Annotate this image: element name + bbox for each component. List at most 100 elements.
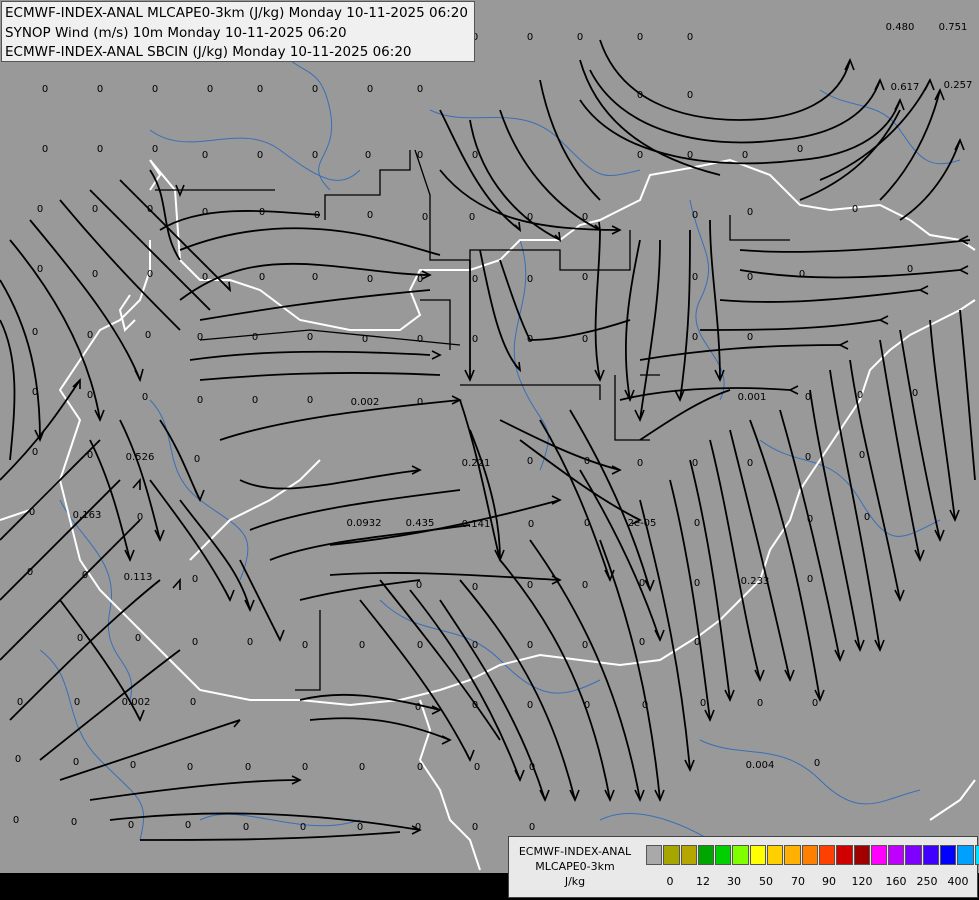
value-label: 0	[757, 698, 763, 709]
value-label: 0	[805, 392, 811, 403]
value-label: 0	[912, 388, 918, 399]
value-label: 0.435	[406, 518, 435, 529]
value-label: 0	[307, 395, 313, 406]
value-label: 0	[87, 450, 93, 461]
value-label: 0	[312, 272, 318, 283]
value-label: 0	[314, 210, 320, 221]
value-label: 0	[307, 332, 313, 343]
value-label: 2e-05	[628, 518, 657, 529]
value-label: 0	[29, 507, 35, 518]
value-label: 0	[527, 700, 533, 711]
value-label: 0.221	[462, 458, 491, 469]
value-label: 0	[814, 758, 820, 769]
value-label: 0	[32, 387, 38, 398]
value-label: 0.141	[462, 519, 491, 530]
value-label: 0	[97, 144, 103, 155]
value-label: 0.257	[944, 80, 973, 91]
value-label: 0	[259, 272, 265, 283]
legend-swatch	[853, 845, 870, 865]
value-label: 0	[145, 330, 151, 341]
value-label: 0	[367, 210, 373, 221]
value-label: 0	[472, 640, 478, 651]
value-label: 0	[422, 212, 428, 223]
value-label: 0	[367, 84, 373, 95]
value-label: 0	[73, 757, 79, 768]
value-label: 0	[32, 327, 38, 338]
value-label: 0	[87, 330, 93, 341]
value-label: 0	[577, 32, 583, 43]
map-background	[0, 0, 979, 873]
value-label: 0.163	[73, 510, 102, 521]
value-label: 0	[637, 150, 643, 161]
value-label: 0	[747, 207, 753, 218]
value-label: 0	[365, 150, 371, 161]
value-label: 0	[17, 697, 23, 708]
legend-swatch	[646, 845, 663, 865]
legend-title-line-1: ECMWF-INDEX-ANAL	[518, 845, 632, 858]
value-label: 0	[187, 762, 193, 773]
value-label: 0	[637, 32, 643, 43]
value-label: 0	[692, 458, 698, 469]
legend-swatch	[940, 845, 957, 865]
value-label: 0	[859, 450, 865, 461]
value-label: 0	[747, 332, 753, 343]
legend-tick-labels: 0 12 30 50 70 90 120 160 250 400	[646, 875, 976, 889]
value-label: 0	[807, 514, 813, 525]
value-label: 0	[582, 334, 588, 345]
value-label: 0	[257, 84, 263, 95]
value-label: 0	[472, 582, 478, 593]
value-label: 0	[137, 512, 143, 523]
legend-tick-label: 120	[851, 875, 873, 888]
value-label: 0	[527, 334, 533, 345]
title-box: ECMWF-INDEX-ANAL MLCAPE0-3km (J/kg) Mond…	[1, 1, 475, 62]
legend-swatch	[784, 845, 801, 865]
value-label: 0.0932	[347, 518, 382, 529]
value-label: 0	[312, 84, 318, 95]
value-label: 0.751	[939, 22, 968, 33]
value-label: 0	[152, 144, 158, 155]
value-label: 0	[417, 274, 423, 285]
value-label: 0	[528, 519, 534, 530]
value-label: 0	[197, 395, 203, 406]
value-label: 0	[582, 640, 588, 651]
value-label: 0	[300, 822, 306, 833]
weather-map: 0 0 0 0 0 0 0 0 0 0 0 0 0.480 0.751 0 0 0 0 0 0 0 0 0 0 0.617 0.2…	[0, 0, 979, 900]
value-label: 0	[692, 210, 698, 221]
value-label: 0	[584, 456, 590, 467]
value-label: 0	[77, 633, 83, 644]
value-label: 0	[367, 274, 373, 285]
value-label: 0	[472, 822, 478, 833]
value-label: 0	[529, 822, 535, 833]
value-label: 0	[417, 762, 423, 773]
value-label: 0	[417, 334, 423, 345]
value-label: 0	[582, 580, 588, 591]
legend-tick-label: 250	[916, 875, 938, 888]
value-label: 0	[639, 578, 645, 589]
value-label: 0	[207, 84, 213, 95]
value-label: 0	[527, 456, 533, 467]
legend-swatch	[680, 845, 697, 865]
value-label: 0	[694, 637, 700, 648]
value-label: 0	[639, 637, 645, 648]
legend-swatch	[697, 845, 715, 865]
legend-title: ECMWF-INDEX-ANAL MLCAPE0-3km J/kg	[509, 844, 641, 889]
value-label: 0	[82, 570, 88, 581]
value-label: 0	[469, 212, 475, 223]
value-label: 0	[42, 144, 48, 155]
value-label: 0	[472, 150, 478, 161]
value-label: 0	[857, 390, 863, 401]
value-label: 0	[252, 395, 258, 406]
value-label: 0	[747, 272, 753, 283]
value-label: 0	[584, 700, 590, 711]
value-label: 0.233	[741, 576, 770, 587]
value-label: 0	[687, 32, 693, 43]
legend-title-line-2: MLCAPE0-3km	[535, 860, 615, 873]
value-label: 0	[362, 334, 368, 345]
value-label: 0	[27, 567, 33, 578]
value-label: 0.480	[886, 22, 915, 33]
value-label: 0	[415, 702, 421, 713]
value-label: 0.001	[738, 392, 767, 403]
value-label: 0	[202, 207, 208, 218]
value-label: 0	[37, 264, 43, 275]
legend-swatch	[974, 845, 979, 865]
